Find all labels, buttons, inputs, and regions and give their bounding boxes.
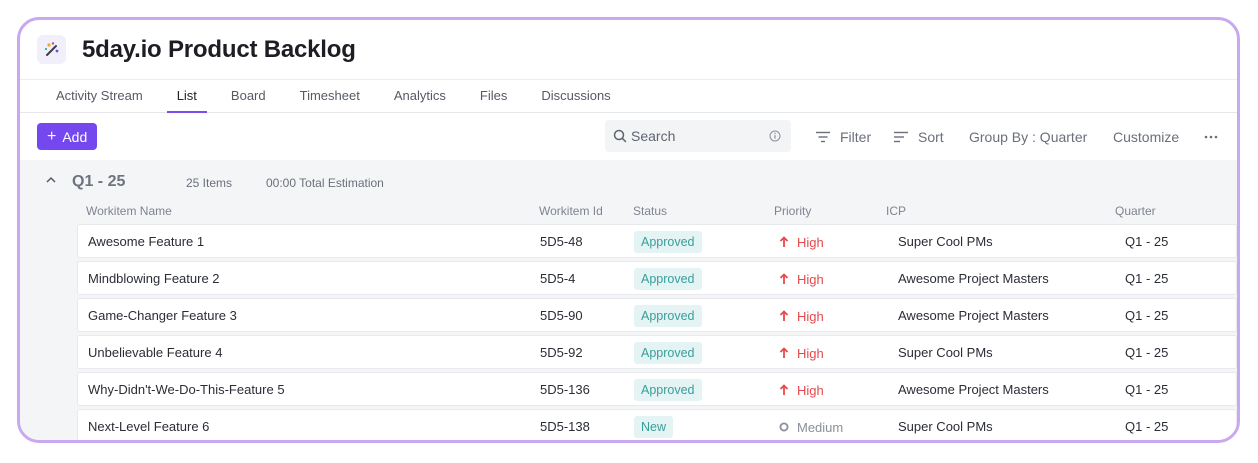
- header: 5day.io Product Backlog: [20, 20, 1237, 80]
- filter-label: Filter: [840, 128, 872, 145]
- priority-label: High: [797, 382, 824, 398]
- search-icon: [613, 129, 627, 143]
- sort-label: Sort: [918, 128, 944, 145]
- priority-cell[interactable]: High: [779, 373, 824, 407]
- priority-label: High: [797, 271, 824, 287]
- table-row[interactable]: Unbelievable Feature 4 5D5-92 Approved H…: [77, 335, 1237, 369]
- filter-icon: [816, 131, 830, 142]
- workitem-list: Awesome Feature 1 5D5-48 Approved High S…: [77, 224, 1237, 440]
- column-header-id[interactable]: Workitem Id: [539, 204, 603, 218]
- tab-analytics[interactable]: Analytics: [384, 80, 456, 113]
- tab-bar: Activity Stream List Board Timesheet Ana…: [20, 80, 1237, 113]
- arrow-up-icon: [779, 236, 789, 247]
- priority-label: High: [797, 345, 824, 361]
- priority-cell[interactable]: High: [779, 262, 824, 296]
- arrow-up-icon: [779, 384, 789, 395]
- workitem-id: 5D5-136: [540, 382, 590, 397]
- circle-icon: [779, 422, 789, 432]
- icp-cell[interactable]: Awesome Project Masters: [898, 262, 1049, 296]
- status-badge[interactable]: Approved: [634, 379, 702, 401]
- table-row[interactable]: Mindblowing Feature 2 5D5-4 Approved Hig…: [77, 261, 1237, 295]
- icp-cell[interactable]: Awesome Project Masters: [898, 299, 1049, 333]
- quarter-cell[interactable]: Q1 - 25: [1125, 225, 1168, 259]
- info-icon[interactable]: [769, 130, 781, 142]
- status-badge[interactable]: Approved: [634, 231, 702, 253]
- status-badge[interactable]: Approved: [634, 342, 702, 364]
- workitem-name[interactable]: Unbelievable Feature 4: [88, 336, 222, 370]
- workitem-name[interactable]: Awesome Feature 1: [88, 225, 204, 259]
- status-badge[interactable]: Approved: [634, 268, 702, 290]
- group-title: Q1 - 25: [72, 173, 126, 190]
- sort-icon: [894, 131, 908, 142]
- icp-cell[interactable]: Super Cool PMs: [898, 336, 993, 370]
- column-header-quarter[interactable]: Quarter: [1115, 204, 1156, 218]
- icp-cell[interactable]: Super Cool PMs: [898, 225, 993, 259]
- add-button-label: Add: [62, 128, 88, 145]
- filter-button[interactable]: Filter: [815, 113, 871, 160]
- app-window: 5day.io Product Backlog Activity Stream …: [17, 17, 1240, 443]
- workitem-name[interactable]: Next-Level Feature 6: [88, 410, 209, 440]
- column-header-status[interactable]: Status: [633, 204, 667, 218]
- quarter-cell[interactable]: Q1 - 25: [1125, 262, 1168, 296]
- status-badge[interactable]: New: [634, 416, 674, 438]
- icp-cell[interactable]: Awesome Project Masters: [898, 373, 1049, 407]
- icp-cell[interactable]: Super Cool PMs: [898, 410, 993, 440]
- table-row[interactable]: Awesome Feature 1 5D5-48 Approved High S…: [77, 224, 1237, 258]
- workitem-name[interactable]: Game-Changer Feature 3: [88, 299, 237, 333]
- workitem-name[interactable]: Mindblowing Feature 2: [88, 262, 220, 296]
- arrow-up-icon: [779, 273, 789, 284]
- tab-timesheet[interactable]: Timesheet: [290, 80, 370, 113]
- add-button[interactable]: + Add: [37, 123, 98, 150]
- table-row[interactable]: Game-Changer Feature 3 5D5-90 Approved H…: [77, 298, 1237, 332]
- column-header-priority[interactable]: Priority: [774, 204, 811, 218]
- tab-board[interactable]: Board: [221, 80, 276, 113]
- priority-label: High: [797, 308, 824, 324]
- workitem-id: 5D5-92: [540, 345, 583, 360]
- arrow-up-icon: [779, 347, 789, 358]
- search-input[interactable]: [631, 128, 761, 144]
- quarter-cell[interactable]: Q1 - 25: [1125, 336, 1168, 370]
- workitem-id: 5D5-138: [540, 419, 590, 434]
- table-row[interactable]: Next-Level Feature 6 5D5-138 New Medium …: [77, 409, 1237, 440]
- priority-cell[interactable]: High: [779, 225, 824, 259]
- column-header-icp[interactable]: ICP: [886, 204, 906, 218]
- toolbar: + Add Filter: [20, 113, 1237, 160]
- quarter-cell[interactable]: Q1 - 25: [1125, 410, 1168, 440]
- priority-label: High: [797, 234, 824, 250]
- customize-label: Customize: [1113, 128, 1180, 145]
- tab-list[interactable]: List: [166, 80, 207, 113]
- priority-cell[interactable]: Medium: [779, 410, 844, 440]
- quarter-cell[interactable]: Q1 - 25: [1125, 373, 1168, 407]
- workitem-id: 5D5-48: [540, 234, 583, 249]
- group-by-button[interactable]: Group By : Quarter: [969, 113, 1087, 160]
- table-row[interactable]: Why-Didn't-We-Do-This-Feature 5 5D5-136 …: [77, 372, 1237, 406]
- priority-cell[interactable]: High: [779, 336, 824, 370]
- customize-button[interactable]: Customize: [1113, 113, 1179, 160]
- quarter-cell[interactable]: Q1 - 25: [1125, 299, 1168, 333]
- priority-cell[interactable]: High: [779, 299, 824, 333]
- column-header-name[interactable]: Workitem Name: [86, 204, 172, 218]
- arrow-up-icon: [779, 310, 789, 321]
- group-by-label: Group By : Quarter: [969, 128, 1088, 145]
- status-badge[interactable]: Approved: [634, 305, 702, 327]
- group-count: 25 Items: [186, 176, 233, 190]
- plus-icon: +: [47, 127, 57, 145]
- chevron-up-icon[interactable]: [45, 174, 57, 186]
- group-section: Q1 - 25 25 Items 00:00 Total Estimation …: [20, 160, 1237, 440]
- tab-activity-stream[interactable]: Activity Stream: [46, 80, 153, 113]
- magic-wand-icon: [37, 35, 66, 64]
- sort-button[interactable]: Sort: [893, 113, 944, 160]
- tab-discussions[interactable]: Discussions: [531, 80, 620, 113]
- workitem-name[interactable]: Why-Didn't-We-Do-This-Feature 5: [88, 373, 285, 407]
- page-title: 5day.io Product Backlog: [82, 35, 356, 63]
- group-estimation: 00:00 Total Estimation: [266, 176, 384, 190]
- more-horizontal-icon[interactable]: [1204, 113, 1227, 160]
- tab-files[interactable]: Files: [470, 80, 517, 113]
- workitem-id: 5D5-90: [540, 308, 583, 323]
- search-box[interactable]: [605, 120, 791, 152]
- priority-label: Medium: [797, 419, 844, 435]
- workitem-id: 5D5-4: [540, 271, 576, 286]
